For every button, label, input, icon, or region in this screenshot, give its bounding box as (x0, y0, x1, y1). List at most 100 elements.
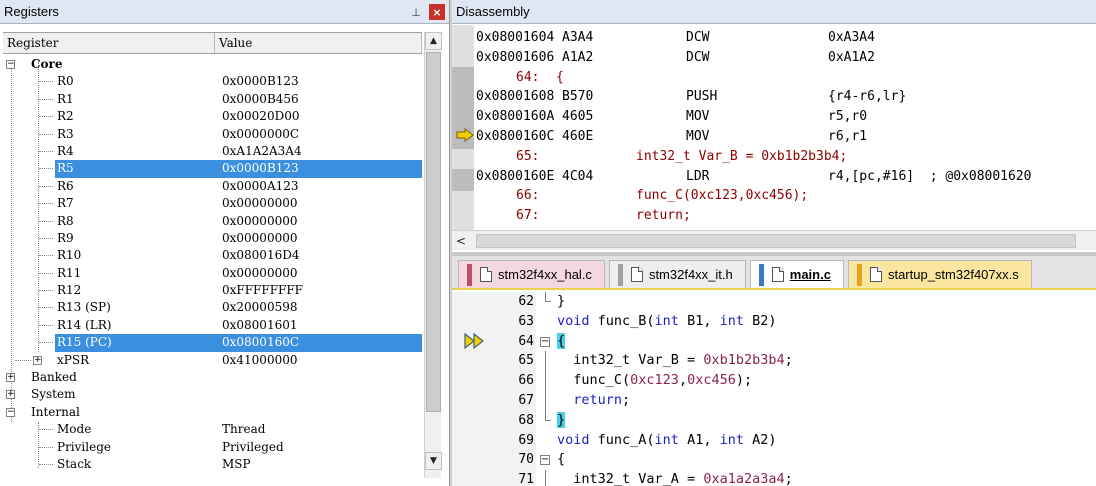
register-value[interactable]: 0x20000598 (222, 299, 297, 316)
register-value[interactable]: 0xFFFFFFFF (222, 282, 303, 299)
register-row[interactable]: R12 0xFFFFFFFF (3, 282, 422, 299)
register-value[interactable]: 0x41000000 (222, 352, 297, 369)
collapse-icon[interactable]: − (540, 336, 550, 347)
scroll-thumb[interactable] (426, 52, 441, 412)
registers-vertical-scrollbar[interactable]: ▲ ▼ (424, 32, 442, 478)
register-row[interactable]: − Core (3, 56, 422, 73)
register-row[interactable]: R10 0x080016D4 (3, 247, 422, 264)
register-value[interactable]: 0x00020D00 (222, 108, 299, 125)
register-value[interactable]: Thread (222, 421, 265, 438)
register-row[interactable]: R15 (PC) 0x0800160C (3, 334, 422, 352)
disassembly-instruction-line[interactable]: 0x0800160A 4605 MOV r5,r0 (476, 107, 1096, 127)
code-line[interactable]: 65 int32_t Var_B = 0xb1b2b3b4; (452, 351, 1096, 372)
code-line[interactable]: 71 int32_t Var_A = 0xa1a2a3a4; (452, 470, 1096, 486)
register-value[interactable]: 0x0000B456 (222, 91, 299, 108)
code-line[interactable]: 69 void func_A(int A1, int A2) (452, 431, 1096, 451)
register-row[interactable]: + Banked (3, 369, 422, 386)
expand-icon[interactable]: + (6, 373, 15, 383)
pin-icon[interactable]: ⊥ (409, 6, 423, 19)
register-row[interactable]: R14 (LR) 0x08001601 (3, 317, 422, 334)
disassembly-source-line[interactable]: 66: func_C(0xc123,0xc456); (476, 186, 1096, 206)
disassembly-source-line[interactable]: 64: { (476, 68, 1096, 88)
register-value[interactable]: MSP (222, 456, 251, 473)
code-area[interactable]: 62} 63 void func_B(int B1, int B2) 64−{65 i… (452, 292, 1096, 486)
keyword-token: int (654, 312, 679, 329)
register-row[interactable]: Stack MSP (3, 456, 422, 473)
register-value[interactable]: 0x0000B123 (222, 73, 299, 90)
disassembly-horizontal-scrollbar[interactable]: < (452, 230, 1096, 250)
register-row[interactable]: R11 0x00000000 (3, 265, 422, 282)
code-line[interactable]: 64−{ (452, 332, 1096, 352)
tab-it[interactable]: stm32f4xx_it.h (608, 260, 746, 288)
collapse-icon[interactable]: − (540, 455, 550, 466)
code-line[interactable]: 62} (452, 292, 1096, 312)
register-value[interactable]: 0x00000000 (222, 213, 297, 230)
fold-guide (545, 390, 546, 411)
register-row[interactable]: R6 0x0000A123 (3, 178, 422, 195)
source-line-text: return; (636, 208, 691, 224)
register-value[interactable]: Privileged (222, 439, 284, 456)
disassembly-listing[interactable]: 0x08001604 A3A4 DCW 0xA3A4 0x08001606 A1A2 DCW… (476, 28, 1096, 226)
source-line-number: 67: (516, 208, 540, 224)
register-row[interactable]: R8 0x00000000 (3, 213, 422, 230)
register-value[interactable]: 0xA1A2A3A4 (222, 143, 302, 160)
disassembly-source-line[interactable]: 65: int32_t Var_B = 0xb1b2b3b4; (476, 147, 1096, 167)
code-token: func_B( (589, 312, 655, 329)
disassembly-instruction-line[interactable]: 0x08001604 A3A4 DCW 0xA3A4 (476, 28, 1096, 48)
tree-guide-line (39, 446, 53, 448)
disassembly-instruction-line[interactable]: 0x08001608 B570 PUSH {r4-r6,lr} (476, 87, 1096, 107)
register-row[interactable]: R5 0x0000B123 (3, 160, 422, 178)
register-row[interactable]: R9 0x00000000 (3, 230, 422, 247)
register-row[interactable]: Privilege Privileged (3, 439, 422, 456)
register-row[interactable]: R13 (SP) 0x20000598 (3, 299, 422, 316)
register-row[interactable]: R4 0xA1A2A3A4 (3, 143, 422, 160)
register-row[interactable]: R7 0x00000000 (3, 195, 422, 212)
code-line[interactable]: 66 func_C(0xc123,0xc456); (452, 371, 1096, 392)
code-line[interactable]: 70−{ (452, 450, 1096, 470)
register-row[interactable]: R2 0x00020D00 (3, 108, 422, 125)
tab-main[interactable]: main.c (749, 260, 844, 288)
register-row[interactable]: R0 0x0000B123 (3, 73, 422, 90)
expand-icon[interactable]: + (33, 355, 42, 365)
code-line[interactable]: 68} (452, 410, 1096, 431)
code-line[interactable]: 63 void func_B(int B1, int B2) (452, 312, 1096, 332)
register-value[interactable]: 0x080016D4 (222, 247, 299, 264)
code-text: } (557, 292, 565, 312)
register-row[interactable]: + xPSR 0x41000000 (3, 352, 422, 369)
disassembly-instruction-line[interactable]: 0x08001606 A1A2 DCW 0xA1A2 (476, 48, 1096, 68)
register-value[interactable]: 0x0000B123 (222, 160, 299, 177)
scroll-thumb[interactable] (476, 233, 1076, 248)
scroll-down-arrow-icon[interactable]: ▼ (425, 452, 442, 470)
keyword-token: int (654, 431, 679, 448)
register-value[interactable]: 0x08001601 (222, 317, 297, 334)
disassembly-instruction-line[interactable]: 0x0800160E 4C04 LDR r4,[pc,#16] ; @0x080016… (476, 167, 1096, 187)
tab-startup[interactable]: startup_stm32f407xx.s (847, 260, 1032, 288)
scroll-up-arrow-icon[interactable]: ▲ (425, 32, 442, 50)
close-icon[interactable]: × (429, 4, 445, 20)
register-value[interactable]: 0x00000000 (222, 230, 297, 247)
register-row[interactable]: R1 0x0000B456 (3, 91, 422, 108)
tab-hal[interactable]: stm32f4xx_hal.c (458, 260, 605, 288)
register-row[interactable]: R3 0x0000000C (3, 126, 422, 143)
scroll-left-arrow-icon[interactable]: < (452, 231, 470, 250)
register-value[interactable]: 0x0800160C (222, 334, 299, 351)
collapse-icon[interactable]: − (6, 407, 15, 417)
column-header-value[interactable]: Value (215, 33, 422, 53)
fold-marker[interactable]: − (540, 450, 552, 470)
expand-icon[interactable]: + (6, 390, 15, 400)
register-row[interactable]: Mode Thread (3, 421, 422, 438)
disassembly-instruction-line[interactable]: 0x0800160C 460E MOV r6,r1 (476, 127, 1096, 147)
register-value[interactable]: 0x0000000C (222, 126, 299, 143)
code-token: ; (784, 471, 793, 486)
line-number: 69 (518, 432, 534, 448)
collapse-icon[interactable]: − (6, 60, 15, 69)
disassembly-source-line[interactable]: 67: return; (476, 206, 1096, 226)
column-header-register[interactable]: Register (3, 33, 215, 53)
register-value[interactable]: 0x00000000 (222, 195, 297, 212)
register-row[interactable]: + System (3, 386, 422, 403)
register-value[interactable]: 0x0000A123 (222, 178, 299, 195)
register-value[interactable]: 0x00000000 (222, 265, 297, 282)
register-row[interactable]: − Internal (3, 404, 422, 421)
code-line[interactable]: 67 return; (452, 390, 1096, 411)
fold-marker[interactable]: − (540, 332, 552, 352)
